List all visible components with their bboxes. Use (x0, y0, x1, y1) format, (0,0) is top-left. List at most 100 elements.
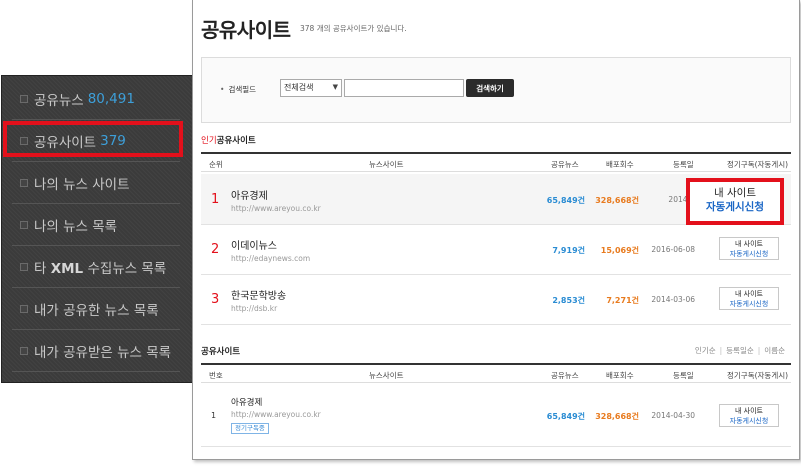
separator: | (719, 346, 723, 355)
col-rank: 순위 (209, 160, 223, 169)
label-part: 수집뉴스 목록 (83, 260, 167, 277)
col-news: 공유뉴스 (551, 371, 579, 380)
site-url: http://www.areyou.co.kr (231, 410, 321, 419)
col-subscribe: 정기구독(자동게시) (727, 160, 789, 169)
register-date: 2014-04-30 (651, 411, 695, 420)
title-red-part: 인기 (201, 136, 217, 146)
site-name-link[interactable]: 이데이뉴스 (231, 237, 277, 252)
distribution-count: 15,069건 (600, 246, 639, 255)
shared-sites-title: 공유사이트 (201, 347, 241, 357)
search-button[interactable]: 검색하기 (466, 79, 514, 97)
select-value: 전체검색 (284, 83, 314, 92)
separator: | (757, 346, 761, 355)
sidebar-item-label: 공유사이트 (34, 134, 97, 151)
button-line2: 자동게시신청 (729, 300, 769, 308)
button-line2: 자동게시신청 (729, 417, 769, 425)
register-date: 2014-03-06 (651, 295, 695, 304)
sidebar-item-shared-sites[interactable]: 공유사이트 379 (12, 120, 180, 162)
bullet-square-icon (20, 262, 28, 271)
auto-post-request-button[interactable]: 내 사이트 자동게시신청 (719, 404, 779, 427)
table-row: 2 이데이뉴스 http://edaynews.com 7,919건 15,06… (201, 225, 791, 275)
table-row: 1 아유경제 http://www.areyou.co.kr 정기구독중 65,… (201, 385, 791, 447)
popular-table-header: 순위 뉴스사이트 공유뉴스 배포회수 등록일 정기구독(자동게시) (201, 152, 791, 172)
table-row: 3 한국문학방송 http://dsb.kr 2,853건 7,271건 201… (201, 275, 791, 325)
rank-number: 2 (211, 242, 220, 257)
shared-table-header: 번호 뉴스사이트 공유뉴스 배포회수 등록일 정기구독(자동게시) (201, 363, 791, 383)
sidebar-item-received-news[interactable]: 내가 공유받은 뉴스 목록 (12, 330, 180, 372)
button-line1: 내 사이트 (735, 290, 763, 298)
sort-popular-link[interactable]: 인기순 (695, 346, 716, 355)
button-line1: 내 사이트 (735, 407, 763, 415)
label-part: 타 (34, 260, 51, 277)
col-news: 공유뉴스 (551, 160, 579, 169)
bullet-square-icon (20, 94, 28, 103)
page-subtitle: 378 개의 공유사이트가 있습니다. (300, 24, 407, 33)
main-panel: 공유사이트 378 개의 공유사이트가 있습니다. 검색필드 전체검색 ▼ 검색… (192, 0, 800, 460)
shared-news-count: 2,853건 (552, 296, 585, 305)
bullet-square-icon (20, 136, 28, 145)
site-url: http://www.areyou.co.kr (231, 204, 321, 213)
sidebar-item-my-news-list[interactable]: 나의 뉴스 목록 (12, 204, 180, 246)
col-site: 뉴스사이트 (369, 371, 404, 380)
button-line2: 자동게시신청 (729, 250, 769, 258)
chevron-down-icon: ▼ (332, 83, 338, 91)
search-field-select[interactable]: 전체검색 ▼ (280, 79, 342, 97)
distribution-count: 7,271건 (606, 296, 639, 305)
bullet-square-icon (20, 346, 28, 355)
subscribed-badge: 정기구독중 (231, 423, 269, 434)
col-date: 등록일 (673, 371, 694, 380)
distribution-count: 328,668건 (595, 196, 639, 205)
shared-news-count: 7,919건 (552, 246, 585, 255)
sidebar-item-count: 379 (100, 132, 126, 149)
col-site: 뉴스사이트 (369, 160, 404, 169)
site-url: http://dsb.kr (231, 304, 278, 313)
distribution-count: 328,668건 (595, 412, 639, 421)
sidebar-item-label: 나의 뉴스 사이트 (34, 176, 130, 193)
sort-date-link[interactable]: 등록일순 (726, 346, 754, 355)
auto-post-request-button[interactable]: 내 사이트 자동게시신청 (719, 287, 779, 310)
sidebar-menu: 공유뉴스 80,491 공유사이트 379 나의 뉴스 사이트 나의 뉴스 목록… (1, 75, 196, 383)
sidebar-item-my-news-site[interactable]: 나의 뉴스 사이트 (12, 162, 180, 204)
col-dist: 배포회수 (606, 160, 634, 169)
shared-news-count: 65,849건 (546, 412, 585, 421)
col-subscribe: 정기구독(자동게시) (727, 371, 789, 380)
auto-post-request-button-highlighted[interactable]: 내 사이트 자동게시신청 (686, 178, 784, 225)
shared-news-count: 65,849건 (546, 196, 585, 205)
title-rest-part: 공유사이트 (216, 136, 256, 146)
sidebar-item-my-shared-news[interactable]: 내가 공유한 뉴스 목록 (12, 288, 180, 330)
sidebar-item-label: 내가 공유받은 뉴스 목록 (34, 344, 172, 361)
col-number: 번호 (209, 371, 223, 380)
bullet-square-icon (20, 304, 28, 313)
rank-number: 1 (211, 192, 220, 207)
button-line1: 내 사이트 (714, 187, 756, 199)
sidebar-item-count: 80,491 (87, 90, 135, 107)
button-line1: 내 사이트 (735, 240, 763, 248)
site-name-link[interactable]: 아유경제 (231, 396, 262, 408)
register-date: 2016-06-08 (651, 245, 695, 254)
bullet-square-icon (20, 220, 28, 229)
site-url: http://edaynews.com (231, 254, 311, 263)
rank-number: 3 (211, 292, 220, 307)
bullet-square-icon (20, 178, 28, 187)
sidebar-item-label: 공유뉴스 (34, 92, 84, 109)
sidebar-item-label: 내가 공유한 뉴스 목록 (34, 302, 159, 319)
label-part-bold: XML (50, 260, 84, 277)
search-input[interactable] (344, 79, 464, 97)
sidebar-item-label: 타 XML 수집뉴스 목록 (34, 257, 166, 277)
sidebar-item-label: 나의 뉴스 목록 (34, 218, 118, 235)
col-date: 등록일 (673, 160, 694, 169)
sidebar-item-xml-news-list[interactable]: 타 XML 수집뉴스 목록 (12, 246, 180, 288)
sort-links: 인기순 | 등록일순 | 이름순 (695, 345, 785, 356)
sort-name-link[interactable]: 이름순 (764, 346, 785, 355)
site-name-link[interactable]: 한국문학방송 (231, 287, 286, 302)
sidebar-item-shared-news[interactable]: 공유뉴스 80,491 (12, 78, 180, 120)
page-title: 공유사이트 (201, 18, 291, 42)
row-number: 1 (211, 411, 217, 420)
col-dist: 배포회수 (606, 371, 634, 380)
popular-sites-title: 인기공유사이트 (201, 134, 256, 146)
search-panel: 검색필드 전체검색 ▼ 검색하기 (201, 57, 791, 123)
site-name-link[interactable]: 아유경제 (231, 187, 268, 202)
auto-post-request-button[interactable]: 내 사이트 자동게시신청 (719, 237, 779, 260)
search-label: 검색필드 (220, 84, 256, 95)
button-line2: 자동게시신청 (706, 201, 764, 213)
